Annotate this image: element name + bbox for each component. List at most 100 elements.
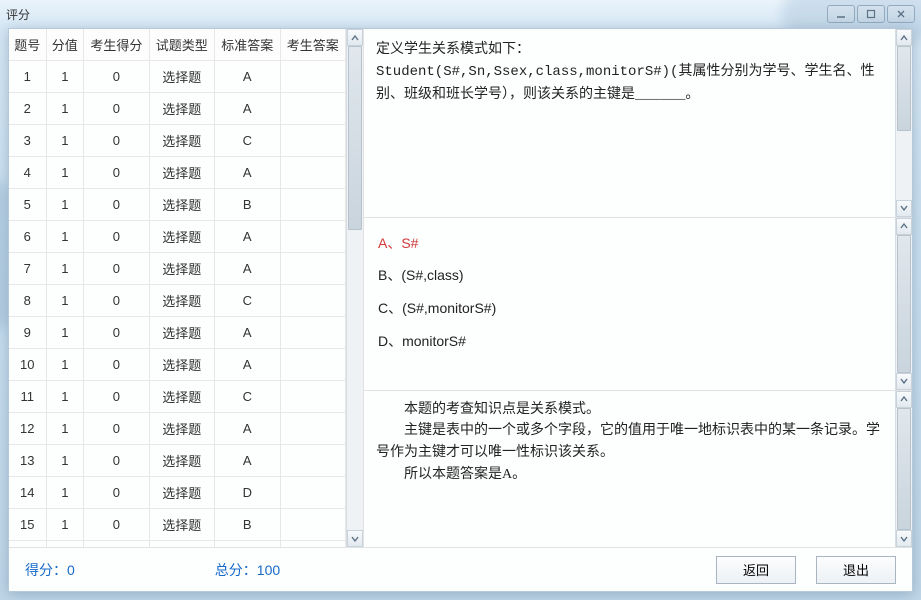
table-header: 试题类型 <box>149 29 214 61</box>
option-item[interactable]: C、(S#,monitorS#) <box>378 293 881 324</box>
table-cell: 1 <box>46 477 84 509</box>
question-line2: Student(S#,Sn,Ssex,class,monitorS#)(其属性分… <box>376 61 883 106</box>
table-cell: A <box>215 349 280 381</box>
scroll-thumb[interactable] <box>897 235 911 373</box>
table-row[interactable]: 710选择题A <box>9 253 346 285</box>
explanation-text: 本题的考查知识点是关系模式。 主键是表中的一个或多个字段，它的值用于唯一地标识表… <box>364 391 895 547</box>
table-cell <box>280 349 346 381</box>
scroll-down-button[interactable] <box>896 373 912 390</box>
table-cell: 选择题 <box>149 61 214 93</box>
table-cell <box>280 509 346 541</box>
option-item[interactable]: A、S# <box>378 228 881 259</box>
questions-table: 题号分值考生得分试题类型标准答案考生答案 110选择题A210选择题A310选择… <box>9 29 346 547</box>
window-title: 评分 <box>6 6 827 23</box>
scroll-thumb[interactable] <box>897 408 911 530</box>
table-cell: 0 <box>84 125 149 157</box>
option-item[interactable]: D、monitorS# <box>378 326 881 357</box>
scroll-track[interactable] <box>896 408 912 530</box>
table-header: 标准答案 <box>215 29 280 61</box>
table-row[interactable]: 110选择题A <box>9 61 346 93</box>
chevron-up-icon <box>900 395 908 403</box>
chevron-up-icon <box>900 34 908 42</box>
table-row[interactable]: 1410选择题D <box>9 477 346 509</box>
table-cell: 0 <box>84 541 149 548</box>
table-cell: C <box>215 381 280 413</box>
chevron-up-icon <box>351 34 359 42</box>
exit-button[interactable]: 退出 <box>816 556 896 584</box>
table-cell <box>280 61 346 93</box>
table-row[interactable]: 810选择题C <box>9 285 346 317</box>
table-cell: 1 <box>46 445 84 477</box>
table-row[interactable]: 310选择题C <box>9 125 346 157</box>
option-item[interactable]: B、(S#,class) <box>378 260 881 291</box>
options-list: A、S#B、(S#,class)C、(S#,monitorS#)D、monito… <box>364 218 895 390</box>
table-cell: 0 <box>84 157 149 189</box>
table-row[interactable]: 1210选择题A <box>9 413 346 445</box>
table-row[interactable]: 1110选择题C <box>9 381 346 413</box>
explanation-p2: 主键是表中的一个或多个字段，它的值用于唯一地标识表中的某一条记录。学号作为主键才… <box>376 420 883 463</box>
question-scrollbar[interactable] <box>895 29 912 217</box>
table-cell: 0 <box>84 445 149 477</box>
table-row[interactable]: 1510选择题B <box>9 509 346 541</box>
scroll-thumb[interactable] <box>897 46 911 131</box>
scroll-down-button[interactable] <box>896 200 912 217</box>
table-row[interactable]: 1310选择题A <box>9 445 346 477</box>
table-cell: A <box>215 541 280 548</box>
table-cell: 1 <box>46 61 84 93</box>
scroll-up-button[interactable] <box>896 218 912 235</box>
table-scroll[interactable]: 题号分值考生得分试题类型标准答案考生答案 110选择题A210选择题A310选择… <box>9 29 346 547</box>
scroll-thumb[interactable] <box>348 46 362 230</box>
chevron-down-icon <box>900 204 908 212</box>
table-cell: 1 <box>46 93 84 125</box>
table-cell: 选择题 <box>149 541 214 548</box>
question-text: 定义学生关系模式如下： Student(S#,Sn,Ssex,class,mon… <box>364 29 895 217</box>
table-row[interactable]: 410选择题A <box>9 157 346 189</box>
scroll-up-button[interactable] <box>347 29 363 46</box>
table-row[interactable]: 1610选择题A <box>9 541 346 548</box>
table-row[interactable]: 210选择题A <box>9 93 346 125</box>
table-row[interactable]: 910选择题A <box>9 317 346 349</box>
questions-table-pane: 题号分值考生得分试题类型标准答案考生答案 110选择题A210选择题A310选择… <box>9 29 364 547</box>
table-cell: 0 <box>84 509 149 541</box>
scroll-up-button[interactable] <box>896 391 912 408</box>
table-cell: 0 <box>84 221 149 253</box>
table-cell: 16 <box>9 541 46 548</box>
table-cell: 0 <box>84 61 149 93</box>
table-cell: 0 <box>84 349 149 381</box>
table-cell <box>280 541 346 548</box>
table-cell: 0 <box>84 285 149 317</box>
explanation-p3: 所以本题答案是A。 <box>376 464 883 486</box>
explanation-scrollbar[interactable] <box>895 391 912 547</box>
table-row[interactable]: 510选择题B <box>9 189 346 221</box>
table-row[interactable]: 1010选择题A <box>9 349 346 381</box>
back-button[interactable]: 返回 <box>716 556 796 584</box>
table-cell: 0 <box>84 477 149 509</box>
table-cell: 0 <box>84 317 149 349</box>
table-cell: 9 <box>9 317 46 349</box>
scroll-track[interactable] <box>347 46 363 530</box>
table-header: 分值 <box>46 29 84 61</box>
table-cell: A <box>215 93 280 125</box>
table-cell: 12 <box>9 413 46 445</box>
table-cell: 1 <box>46 253 84 285</box>
scroll-track[interactable] <box>896 235 912 373</box>
table-row[interactable]: 610选择题A <box>9 221 346 253</box>
options-scrollbar[interactable] <box>895 218 912 390</box>
scroll-down-button[interactable] <box>896 530 912 547</box>
scroll-up-button[interactable] <box>896 29 912 46</box>
chevron-up-icon <box>900 222 908 230</box>
table-cell: 4 <box>9 157 46 189</box>
table-cell <box>280 413 346 445</box>
table-cell: 选择题 <box>149 221 214 253</box>
question-line1: 定义学生关系模式如下： <box>376 39 883 61</box>
table-cell: 1 <box>46 157 84 189</box>
explanation-section: 本题的考查知识点是关系模式。 主键是表中的一个或多个字段，它的值用于唯一地标识表… <box>364 391 912 547</box>
explanation-p1: 本题的考查知识点是关系模式。 <box>376 399 883 421</box>
table-scrollbar[interactable] <box>346 29 363 547</box>
table-cell: 选择题 <box>149 253 214 285</box>
scroll-track[interactable] <box>896 46 912 200</box>
table-cell: 0 <box>84 189 149 221</box>
scroll-down-button[interactable] <box>347 530 363 547</box>
table-cell: 1 <box>46 189 84 221</box>
table-cell: 1 <box>46 125 84 157</box>
